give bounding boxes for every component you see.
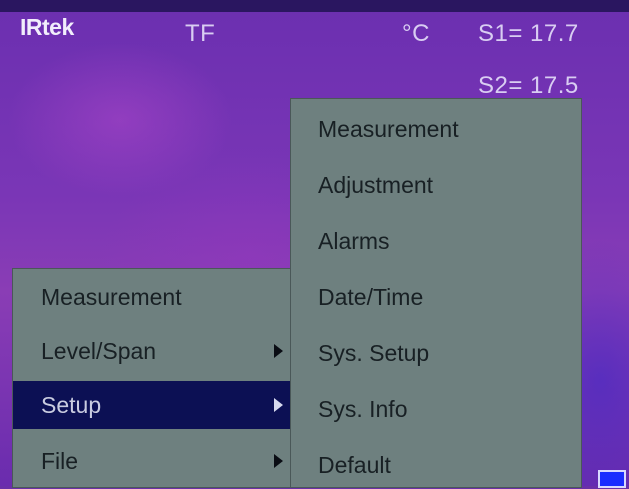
submenu-item-adjustment[interactable]: Adjustment xyxy=(291,161,581,209)
spot2-readout: S2= 17.5 xyxy=(478,72,579,99)
menu-item-file[interactable]: File xyxy=(13,437,291,485)
submenu-item-measurement[interactable]: Measurement xyxy=(291,105,581,153)
submenu-item-label: Sys. Info xyxy=(318,396,408,422)
submenu-arrow-icon xyxy=(274,398,283,412)
submenu-item-sys-setup[interactable]: Sys. Setup xyxy=(291,329,581,377)
menu-item-setup[interactable]: Setup xyxy=(13,381,291,429)
submenu-item-default[interactable]: Default xyxy=(291,441,581,489)
submenu-item-label: Adjustment xyxy=(318,172,434,198)
mode-indicator: TF xyxy=(185,20,216,47)
submenu-item-date-time[interactable]: Date/Time xyxy=(291,273,581,321)
menu-item-label: Measurement xyxy=(41,284,182,310)
menu-item-label: File xyxy=(41,448,79,474)
main-menu: Measurement Level/Span Setup File xyxy=(12,268,292,488)
submenu-item-label: Alarms xyxy=(318,228,390,254)
submenu-item-alarms[interactable]: Alarms xyxy=(291,217,581,265)
menu-item-label: Setup xyxy=(41,392,102,418)
submenu-item-label: Date/Time xyxy=(318,284,424,310)
setup-submenu: Measurement Adjustment Alarms Date/Time … xyxy=(290,98,582,488)
menu-item-label: Level/Span xyxy=(41,338,157,364)
submenu-item-label: Measurement xyxy=(318,116,459,142)
menu-item-measurement[interactable]: Measurement xyxy=(13,273,291,321)
submenu-item-label: Sys. Setup xyxy=(318,340,430,366)
submenu-item-sys-info[interactable]: Sys. Info xyxy=(291,385,581,433)
brand-logo: IRtek xyxy=(20,14,74,40)
top-strip xyxy=(0,0,629,12)
submenu-item-label: Default xyxy=(318,452,391,478)
submenu-arrow-icon xyxy=(274,344,283,358)
palette-indicator xyxy=(598,470,626,488)
temperature-unit: °C xyxy=(402,20,430,47)
menu-item-level-span[interactable]: Level/Span xyxy=(13,327,291,375)
submenu-arrow-icon xyxy=(274,454,283,468)
spot1-readout: S1= 17.7 xyxy=(478,20,579,47)
